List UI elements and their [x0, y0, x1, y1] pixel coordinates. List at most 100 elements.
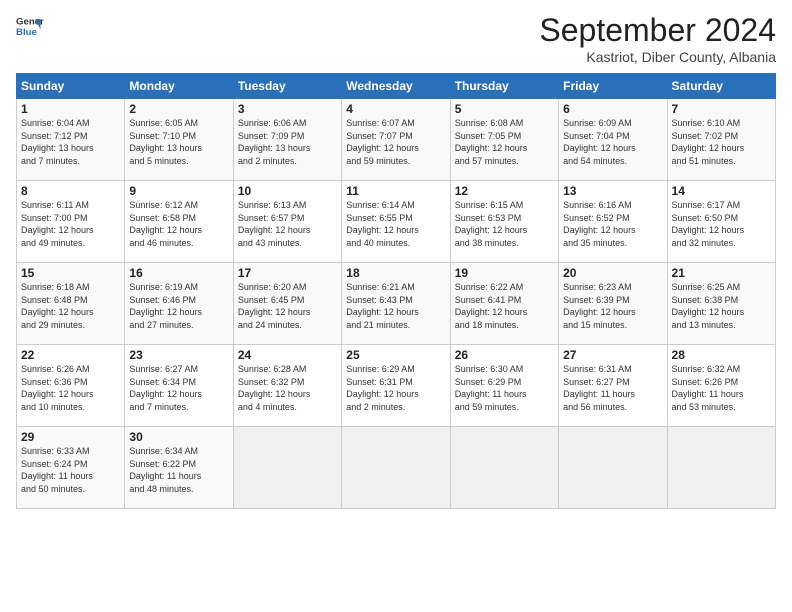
day-info: Sunrise: 6:08 AM Sunset: 7:05 PM Dayligh…: [455, 117, 554, 167]
calendar-cell: [667, 427, 775, 509]
day-number: 19: [455, 266, 554, 280]
calendar-cell: [450, 427, 558, 509]
calendar-cell: 9Sunrise: 6:12 AM Sunset: 6:58 PM Daylig…: [125, 181, 233, 263]
day-number: 24: [238, 348, 337, 362]
title-block: September 2024 Kastriot, Diber County, A…: [539, 12, 776, 65]
calendar-cell: 3Sunrise: 6:06 AM Sunset: 7:09 PM Daylig…: [233, 99, 341, 181]
calendar-cell: [233, 427, 341, 509]
week-row-3: 22Sunrise: 6:26 AM Sunset: 6:36 PM Dayli…: [17, 345, 776, 427]
day-number: 7: [672, 102, 771, 116]
month-title: September 2024: [539, 12, 776, 49]
weekday-header-row: SundayMondayTuesdayWednesdayThursdayFrid…: [17, 74, 776, 99]
day-info: Sunrise: 6:10 AM Sunset: 7:02 PM Dayligh…: [672, 117, 771, 167]
calendar-cell: 21Sunrise: 6:25 AM Sunset: 6:38 PM Dayli…: [667, 263, 775, 345]
day-number: 17: [238, 266, 337, 280]
day-info: Sunrise: 6:12 AM Sunset: 6:58 PM Dayligh…: [129, 199, 228, 249]
calendar-cell: [342, 427, 450, 509]
page-header: General Blue September 2024 Kastriot, Di…: [16, 12, 776, 65]
calendar-cell: 22Sunrise: 6:26 AM Sunset: 6:36 PM Dayli…: [17, 345, 125, 427]
day-info: Sunrise: 6:34 AM Sunset: 6:22 PM Dayligh…: [129, 445, 228, 495]
day-number: 23: [129, 348, 228, 362]
calendar-page: General Blue September 2024 Kastriot, Di…: [0, 0, 792, 612]
calendar-cell: 5Sunrise: 6:08 AM Sunset: 7:05 PM Daylig…: [450, 99, 558, 181]
day-info: Sunrise: 6:31 AM Sunset: 6:27 PM Dayligh…: [563, 363, 662, 413]
day-number: 6: [563, 102, 662, 116]
day-number: 3: [238, 102, 337, 116]
calendar-cell: 20Sunrise: 6:23 AM Sunset: 6:39 PM Dayli…: [559, 263, 667, 345]
calendar-cell: 4Sunrise: 6:07 AM Sunset: 7:07 PM Daylig…: [342, 99, 450, 181]
week-row-0: 1Sunrise: 6:04 AM Sunset: 7:12 PM Daylig…: [17, 99, 776, 181]
day-info: Sunrise: 6:17 AM Sunset: 6:50 PM Dayligh…: [672, 199, 771, 249]
calendar-cell: 28Sunrise: 6:32 AM Sunset: 6:26 PM Dayli…: [667, 345, 775, 427]
calendar-cell: 24Sunrise: 6:28 AM Sunset: 6:32 PM Dayli…: [233, 345, 341, 427]
day-number: 2: [129, 102, 228, 116]
calendar-cell: 27Sunrise: 6:31 AM Sunset: 6:27 PM Dayli…: [559, 345, 667, 427]
weekday-header-sunday: Sunday: [17, 74, 125, 99]
weekday-header-friday: Friday: [559, 74, 667, 99]
day-number: 21: [672, 266, 771, 280]
calendar-cell: 6Sunrise: 6:09 AM Sunset: 7:04 PM Daylig…: [559, 99, 667, 181]
calendar-cell: 23Sunrise: 6:27 AM Sunset: 6:34 PM Dayli…: [125, 345, 233, 427]
day-number: 18: [346, 266, 445, 280]
location-title: Kastriot, Diber County, Albania: [539, 49, 776, 65]
week-row-1: 8Sunrise: 6:11 AM Sunset: 7:00 PM Daylig…: [17, 181, 776, 263]
calendar-cell: 1Sunrise: 6:04 AM Sunset: 7:12 PM Daylig…: [17, 99, 125, 181]
day-info: Sunrise: 6:19 AM Sunset: 6:46 PM Dayligh…: [129, 281, 228, 331]
calendar-cell: 2Sunrise: 6:05 AM Sunset: 7:10 PM Daylig…: [125, 99, 233, 181]
day-info: Sunrise: 6:06 AM Sunset: 7:09 PM Dayligh…: [238, 117, 337, 167]
day-info: Sunrise: 6:13 AM Sunset: 6:57 PM Dayligh…: [238, 199, 337, 249]
day-number: 4: [346, 102, 445, 116]
calendar-cell: 29Sunrise: 6:33 AM Sunset: 6:24 PM Dayli…: [17, 427, 125, 509]
day-info: Sunrise: 6:05 AM Sunset: 7:10 PM Dayligh…: [129, 117, 228, 167]
day-number: 30: [129, 430, 228, 444]
calendar-cell: 12Sunrise: 6:15 AM Sunset: 6:53 PM Dayli…: [450, 181, 558, 263]
day-info: Sunrise: 6:04 AM Sunset: 7:12 PM Dayligh…: [21, 117, 120, 167]
day-info: Sunrise: 6:28 AM Sunset: 6:32 PM Dayligh…: [238, 363, 337, 413]
day-number: 26: [455, 348, 554, 362]
day-number: 29: [21, 430, 120, 444]
calendar-cell: 19Sunrise: 6:22 AM Sunset: 6:41 PM Dayli…: [450, 263, 558, 345]
calendar-cell: 15Sunrise: 6:18 AM Sunset: 6:48 PM Dayli…: [17, 263, 125, 345]
calendar-cell: 10Sunrise: 6:13 AM Sunset: 6:57 PM Dayli…: [233, 181, 341, 263]
day-info: Sunrise: 6:22 AM Sunset: 6:41 PM Dayligh…: [455, 281, 554, 331]
calendar-cell: 14Sunrise: 6:17 AM Sunset: 6:50 PM Dayli…: [667, 181, 775, 263]
logo-icon: General Blue: [16, 12, 44, 40]
day-info: Sunrise: 6:25 AM Sunset: 6:38 PM Dayligh…: [672, 281, 771, 331]
day-info: Sunrise: 6:11 AM Sunset: 7:00 PM Dayligh…: [21, 199, 120, 249]
day-number: 9: [129, 184, 228, 198]
calendar-cell: 25Sunrise: 6:29 AM Sunset: 6:31 PM Dayli…: [342, 345, 450, 427]
day-number: 16: [129, 266, 228, 280]
day-number: 8: [21, 184, 120, 198]
day-number: 20: [563, 266, 662, 280]
calendar-cell: 26Sunrise: 6:30 AM Sunset: 6:29 PM Dayli…: [450, 345, 558, 427]
day-number: 27: [563, 348, 662, 362]
logo: General Blue: [16, 12, 44, 40]
day-info: Sunrise: 6:07 AM Sunset: 7:07 PM Dayligh…: [346, 117, 445, 167]
day-info: Sunrise: 6:21 AM Sunset: 6:43 PM Dayligh…: [346, 281, 445, 331]
day-info: Sunrise: 6:27 AM Sunset: 6:34 PM Dayligh…: [129, 363, 228, 413]
week-row-2: 15Sunrise: 6:18 AM Sunset: 6:48 PM Dayli…: [17, 263, 776, 345]
day-number: 15: [21, 266, 120, 280]
calendar-cell: 18Sunrise: 6:21 AM Sunset: 6:43 PM Dayli…: [342, 263, 450, 345]
week-row-4: 29Sunrise: 6:33 AM Sunset: 6:24 PM Dayli…: [17, 427, 776, 509]
day-info: Sunrise: 6:30 AM Sunset: 6:29 PM Dayligh…: [455, 363, 554, 413]
weekday-header-saturday: Saturday: [667, 74, 775, 99]
day-info: Sunrise: 6:18 AM Sunset: 6:48 PM Dayligh…: [21, 281, 120, 331]
calendar-cell: 16Sunrise: 6:19 AM Sunset: 6:46 PM Dayli…: [125, 263, 233, 345]
weekday-header-wednesday: Wednesday: [342, 74, 450, 99]
day-number: 28: [672, 348, 771, 362]
svg-text:Blue: Blue: [16, 27, 37, 38]
calendar-cell: 30Sunrise: 6:34 AM Sunset: 6:22 PM Dayli…: [125, 427, 233, 509]
day-number: 13: [563, 184, 662, 198]
day-info: Sunrise: 6:14 AM Sunset: 6:55 PM Dayligh…: [346, 199, 445, 249]
day-info: Sunrise: 6:20 AM Sunset: 6:45 PM Dayligh…: [238, 281, 337, 331]
day-number: 12: [455, 184, 554, 198]
day-info: Sunrise: 6:33 AM Sunset: 6:24 PM Dayligh…: [21, 445, 120, 495]
weekday-header-thursday: Thursday: [450, 74, 558, 99]
day-info: Sunrise: 6:29 AM Sunset: 6:31 PM Dayligh…: [346, 363, 445, 413]
day-number: 11: [346, 184, 445, 198]
day-info: Sunrise: 6:32 AM Sunset: 6:26 PM Dayligh…: [672, 363, 771, 413]
day-number: 22: [21, 348, 120, 362]
calendar-cell: 7Sunrise: 6:10 AM Sunset: 7:02 PM Daylig…: [667, 99, 775, 181]
day-info: Sunrise: 6:16 AM Sunset: 6:52 PM Dayligh…: [563, 199, 662, 249]
